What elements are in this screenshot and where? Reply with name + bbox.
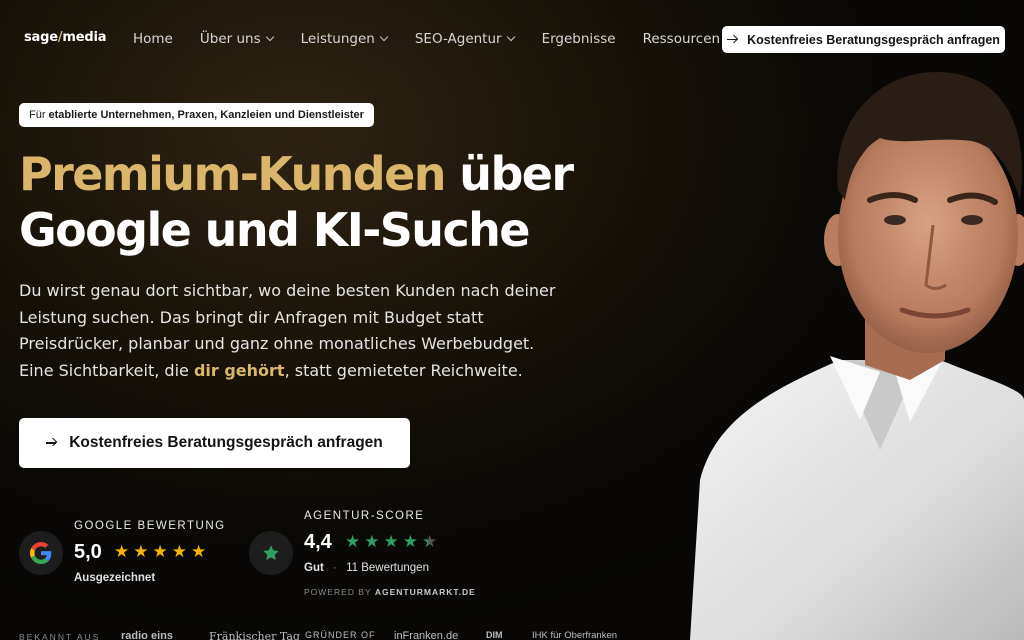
powered-by-brand: AGENTURMARKT.DE	[374, 587, 476, 597]
press-label: BEKANNT AUS	[19, 632, 101, 640]
brand-logo[interactable]: sage/media	[24, 30, 107, 45]
star-icon: ★	[345, 532, 361, 552]
subtext-line: Du wirst genau dort sichtbar, wo deine b…	[19, 281, 556, 300]
hero-cta-button[interactable]: Kostenfreies Beratungsgespräch anfragen	[19, 418, 410, 468]
nav-item-leistungen[interactable]: Leistungen	[301, 31, 388, 47]
arrow-right-icon	[46, 438, 57, 448]
chevron-down-icon	[381, 34, 388, 41]
agentur-separator: ·	[333, 562, 337, 574]
press-logo-dim: DIM	[486, 630, 503, 640]
nav-item-label: Über uns	[199, 31, 261, 47]
star-icon: ★	[152, 542, 168, 562]
header-cta-label: Kostenfreies Beratungsgespräch anfragen	[747, 32, 1000, 47]
star-icon: ★	[133, 542, 149, 562]
star-icon: ★	[171, 542, 187, 562]
chevron-down-icon	[508, 34, 515, 41]
google-rating-label: GOOGLE BEWERTUNG	[74, 520, 226, 532]
powered-by[interactable]: POWERED BY AGENTURMARKT.DE	[304, 587, 476, 597]
green-star-icon	[249, 531, 293, 575]
subtext-line: Leistung suchen. Das bringt dir Anfragen…	[19, 307, 484, 327]
nav-item-seo-agentur[interactable]: SEO-Agentur	[415, 31, 515, 47]
star-icon: ★	[114, 542, 130, 562]
audience-badge-prefix: Für	[29, 109, 46, 121]
press-logo-ihk: IHK für Oberfranken	[532, 630, 618, 640]
powered-by-prefix: POWERED BY	[304, 587, 372, 597]
arrow-right-icon	[727, 35, 738, 45]
press-logo-radio-eins: radio eins	[121, 630, 173, 640]
chevron-down-icon	[267, 34, 274, 41]
nav-item-home[interactable]: Home	[133, 31, 173, 47]
audience-badge-bold: etablierte Unternehmen, Praxen, Kanzleie…	[48, 109, 364, 121]
nav-item-label: Ergebnisse	[541, 31, 616, 47]
agentur-caption: Gut · 11 Bewertungen	[304, 562, 429, 574]
star-icon: ★	[191, 542, 207, 562]
subtext-line: Eine Sichtbarkeit, die	[19, 360, 194, 380]
hero-headline: Premium-Kunden über Google und KI-Suche	[19, 146, 574, 258]
star-icon: ★	[402, 532, 418, 552]
agentur-caption-word: Gut	[304, 562, 324, 574]
brand-logo-right: media	[62, 30, 107, 45]
headline-rest: über	[444, 147, 574, 201]
agentur-score-label: AGENTUR-SCORE	[304, 510, 425, 522]
google-stars: ★ ★ ★ ★ ★	[114, 544, 206, 561]
audience-badge: Für etablierte Unternehmen, Praxen, Kanz…	[19, 103, 374, 127]
subtext-line: , statt gemieteter Reichweite.	[284, 360, 523, 380]
consultant-portrait	[690, 60, 1024, 640]
nav-item-ueber-uns[interactable]: Über uns	[200, 31, 274, 47]
star-icon: ★	[383, 532, 399, 552]
nav-item-label: Home	[133, 31, 173, 47]
nav-item-ressourcen[interactable]: Ressourcen	[643, 31, 734, 47]
nav-item-label: SEO-Agentur	[414, 31, 502, 47]
google-rating-caption: Ausgezeichnet	[74, 572, 156, 584]
agentur-score-value: 4,4	[304, 531, 332, 553]
nav-item-label: Leistungen	[300, 31, 375, 47]
main-nav: Home Über uns Leistungen SEO-Agentur Erg…	[133, 31, 760, 47]
nav-item-label: Ressourcen	[642, 31, 721, 47]
headline-line2: Google und KI-Suche	[19, 203, 530, 257]
hero-cta-label: Kostenfreies Beratungsgespräch anfragen	[69, 434, 383, 451]
star-icon: ★	[364, 532, 380, 552]
brand-logo-left: sage	[24, 30, 58, 45]
agentur-stars: ★ ★ ★ ★ ★	[345, 534, 437, 551]
agentur-reviews: 11 Bewertungen	[346, 562, 429, 574]
header-cta-button[interactable]: Kostenfreies Beratungsgespräch anfragen	[722, 26, 1005, 53]
google-rating-score: 5,0	[74, 541, 102, 563]
subtext-line: Preisdrücker, planbar und ganz ohne mona…	[19, 334, 535, 353]
subtext-highlight: dir gehört	[193, 360, 285, 380]
google-g-icon	[19, 531, 63, 575]
press-logo-infranken: inFranken.de	[394, 630, 459, 640]
hero-subtext: Du wirst genau dort sichtbar, wo deine b…	[19, 278, 579, 384]
press-logo-fraenkischer-tag: Fränkischer Tag	[209, 630, 300, 640]
press-logo-gruender: GRÜNDER OF	[305, 630, 376, 640]
headline-highlight: Premium-Kunden	[19, 147, 446, 201]
star-icon: ★	[422, 532, 438, 552]
nav-item-ergebnisse[interactable]: Ergebnisse	[542, 31, 616, 47]
